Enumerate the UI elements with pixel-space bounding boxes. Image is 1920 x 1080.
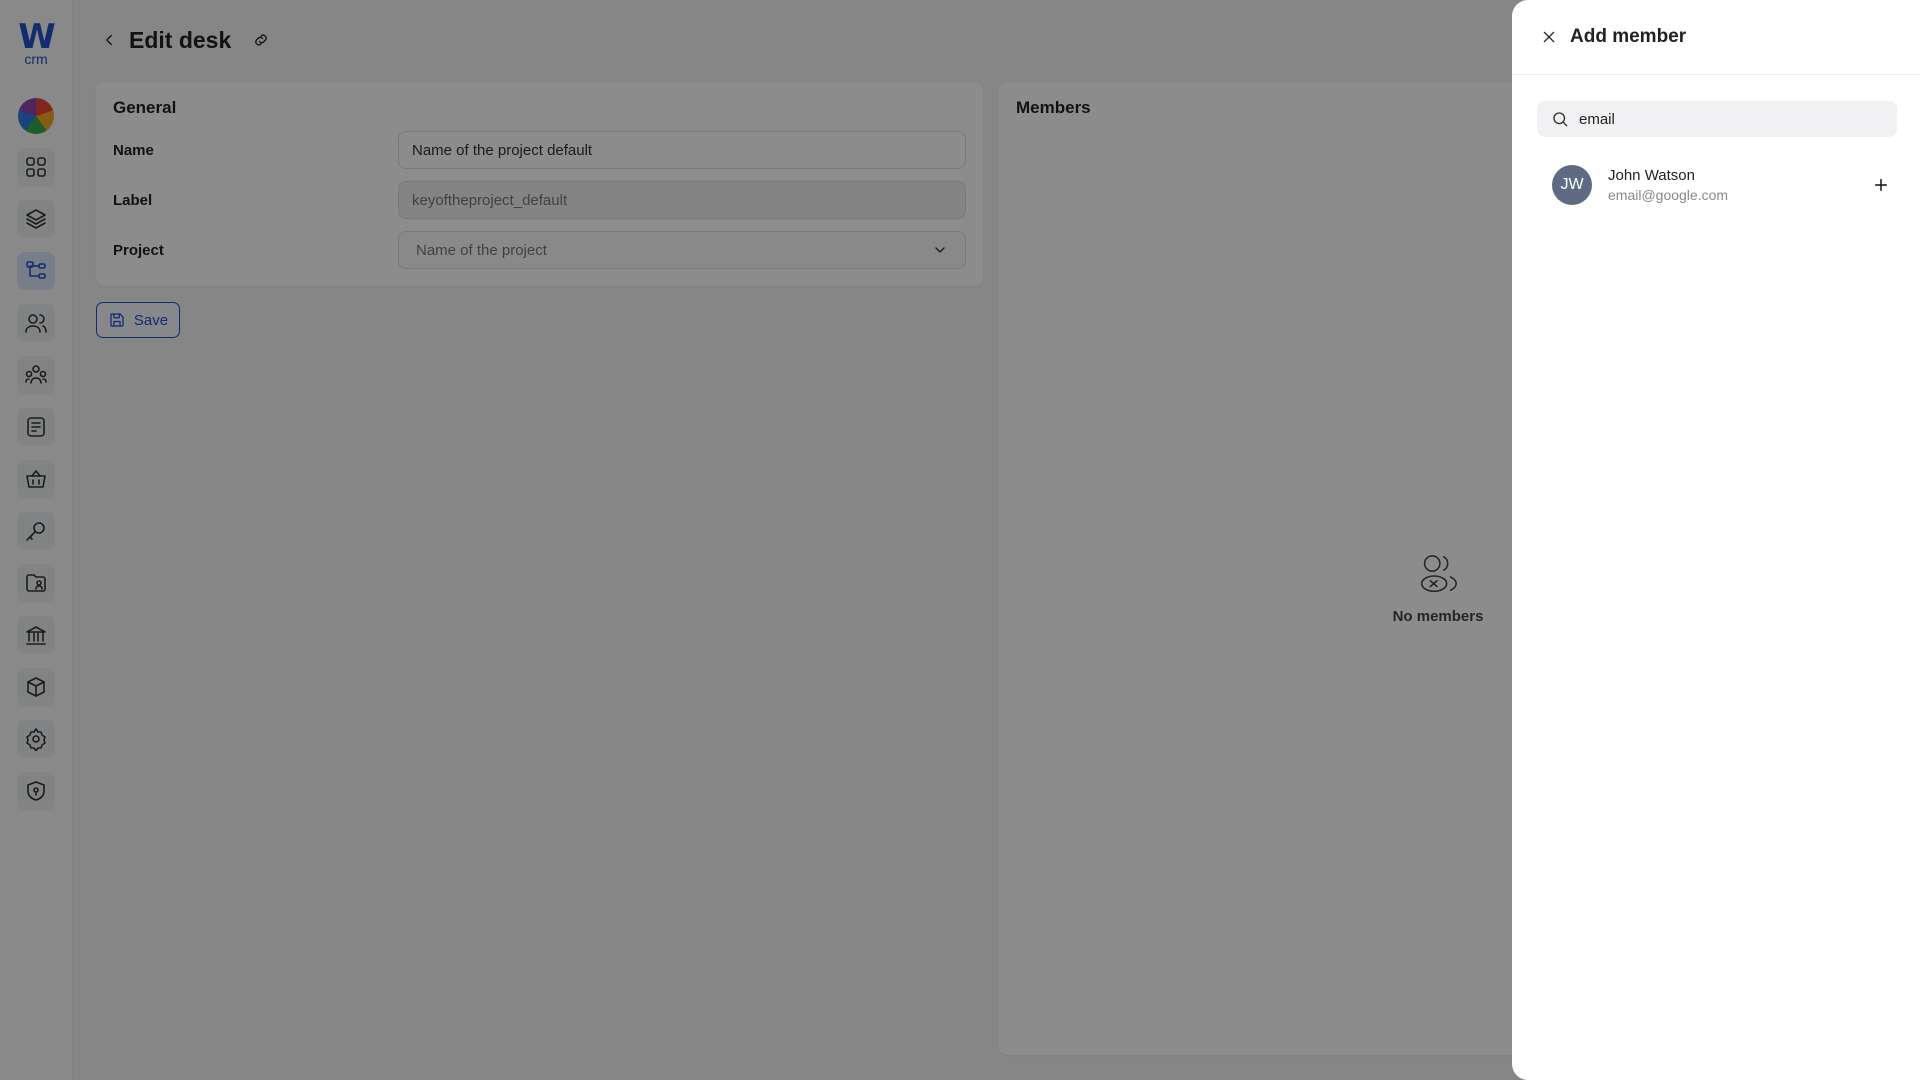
drawer-header: Add member: [1512, 0, 1920, 75]
close-icon: [1543, 31, 1555, 43]
member-email: email@google.com: [1608, 187, 1729, 203]
avatar: JW: [1552, 165, 1592, 205]
member-search-input[interactable]: [1579, 110, 1879, 128]
member-search[interactable]: [1537, 101, 1897, 137]
add-member-button[interactable]: [1870, 174, 1892, 196]
plus-icon: [1874, 178, 1888, 192]
add-member-drawer: Add member JW John Watson email@google.c…: [1512, 0, 1920, 1080]
close-button[interactable]: [1538, 26, 1560, 48]
member-name: John Watson: [1608, 167, 1695, 184]
drawer-title: Add member: [1570, 26, 1687, 47]
member-result-row: JW John Watson email@google.com: [1552, 164, 1892, 206]
search-icon: [1553, 112, 1568, 127]
member-info: John Watson email@google.com: [1608, 167, 1728, 203]
